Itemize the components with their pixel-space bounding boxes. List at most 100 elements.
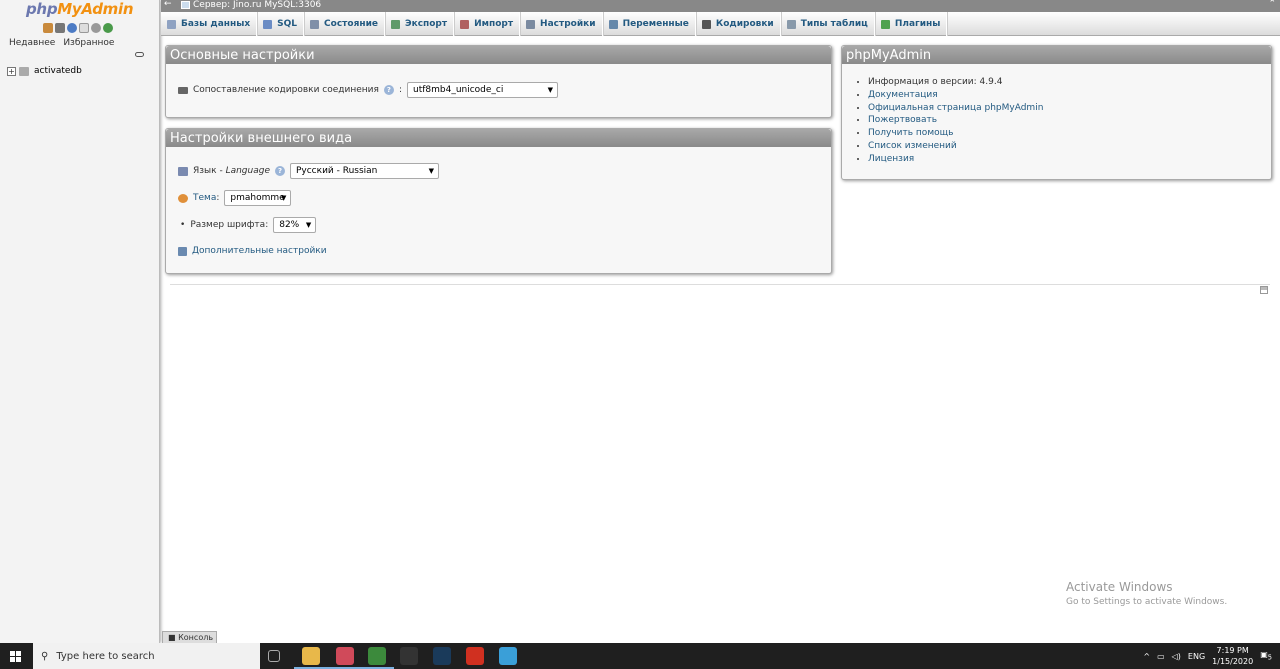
- language-label: Язык - Language: [193, 166, 270, 176]
- app-icon[interactable]: [336, 647, 354, 665]
- variables-icon: [608, 19, 618, 29]
- separator: [170, 284, 1270, 285]
- logout-icon[interactable]: [55, 23, 65, 33]
- appearance-settings-panel: Настройки внешнего вида Язык - Language …: [165, 128, 832, 274]
- language-indicator[interactable]: ENG: [1188, 652, 1205, 661]
- volume-icon[interactable]: ◁): [1172, 652, 1181, 661]
- tab-sql[interactable]: SQL: [257, 12, 305, 36]
- list-item[interactable]: Пожертвовать: [868, 114, 1043, 127]
- chevron-down-icon: ▼: [281, 194, 287, 202]
- red-app-icon[interactable]: [466, 647, 484, 665]
- file-explorer-icon[interactable]: [302, 647, 320, 665]
- theme-select[interactable]: pmahomme ▼: [224, 190, 292, 206]
- general-settings-panel: Основные настройки Сопоставление кодиров…: [165, 45, 832, 118]
- status-icon: [310, 19, 320, 29]
- server-breadcrumb-bar: ← Сервер: Jino.ru MySQL:3306 ⌃: [161, 0, 1280, 12]
- home-icon[interactable]: [43, 23, 53, 33]
- charsets-icon: [701, 19, 711, 29]
- tab-status[interactable]: Состояние: [304, 12, 385, 36]
- list-item[interactable]: Лицензия: [868, 153, 1043, 166]
- list-item[interactable]: Получить помощь: [868, 127, 1043, 140]
- notification-icon[interactable]: ▣5: [1260, 650, 1272, 662]
- search-placeholder: Type here to search: [56, 650, 155, 662]
- theme-icon: [178, 193, 188, 203]
- windows-start-icon[interactable]: [10, 651, 21, 662]
- export-icon: [390, 19, 400, 29]
- panel-title: Основные настройки: [166, 46, 831, 64]
- server-breadcrumb[interactable]: Сервер: Jino.ru MySQL:3306: [181, 0, 321, 10]
- settings-icon: [526, 19, 536, 29]
- collapse-top-icon[interactable]: ⌃: [1268, 0, 1276, 9]
- tab-favorites[interactable]: Избранное: [63, 38, 114, 48]
- bm-app-icon[interactable]: [400, 647, 418, 665]
- language-icon: [178, 166, 188, 176]
- chevron-down-icon: ▼: [547, 86, 553, 94]
- chevron-up-icon[interactable]: ^: [1143, 652, 1150, 661]
- chrome-icon[interactable]: [368, 647, 386, 665]
- sql-docs-icon[interactable]: [79, 23, 89, 33]
- reload-icon[interactable]: [103, 23, 113, 33]
- nav-tabs: Недавнее Избранное: [9, 38, 114, 48]
- engines-icon: [786, 19, 796, 29]
- tab-recent[interactable]: Недавнее: [9, 38, 55, 48]
- network-icon[interactable]: ▭: [1157, 652, 1165, 661]
- panel-title: phpMyAdmin: [842, 46, 1271, 64]
- plugins-icon: [880, 19, 890, 29]
- nav-icons: [43, 23, 113, 35]
- fontsize-select[interactable]: 82% ▼: [273, 217, 317, 233]
- tab-settings[interactable]: Настройки: [520, 12, 603, 36]
- expand-icon[interactable]: +: [7, 66, 16, 76]
- chevron-down-icon: ▼: [428, 167, 434, 175]
- database-icon: [19, 66, 29, 76]
- windows-taskbar: ⚲ Type here to search ^ ▭ ◁) ENG 7:19 PM…: [0, 643, 1280, 669]
- toggle-nav-icon[interactable]: ←: [164, 0, 172, 9]
- help-icon[interactable]: ?: [274, 166, 285, 176]
- tab-plugins[interactable]: Плагины: [875, 12, 948, 36]
- bullet: •: [180, 220, 186, 230]
- list-item[interactable]: Официальная страница phpMyAdmin: [868, 102, 1043, 115]
- taskbar-search-box[interactable]: ⚲ Type here to search: [33, 643, 260, 669]
- server-label: Сервер: Jino.ru MySQL:3306: [193, 0, 322, 10]
- panel-title: Настройки внешнего вида: [166, 129, 831, 147]
- link-with-main-icon[interactable]: [135, 52, 144, 57]
- collation-label: Сопоставление кодировки соединения: [193, 85, 379, 95]
- pma-info-panel: phpMyAdmin Информация о версии: 4.9.4Док…: [841, 45, 1272, 180]
- sql-query-box-icon[interactable]: [1260, 286, 1268, 294]
- search-icon: ⚲: [41, 650, 49, 662]
- list-item[interactable]: Документация: [868, 89, 1043, 102]
- docs-icon[interactable]: [67, 23, 77, 33]
- pma-info-list: Информация о версии: 4.9.4ДокументацияОф…: [868, 76, 1043, 166]
- list-item: Информация о версии: 4.9.4: [868, 76, 1043, 89]
- collation-icon: [178, 86, 188, 94]
- pma-logo[interactable]: phpMyAdmin: [26, 0, 134, 18]
- tab-databases[interactable]: Базы данных: [161, 12, 258, 36]
- db-tree-item[interactable]: + activatedb: [7, 66, 82, 76]
- tab-export[interactable]: Экспорт: [385, 12, 455, 36]
- sql-icon: [263, 19, 273, 29]
- navigation-panel: phpMyAdmin Недавнее Избранное + activate…: [0, 0, 160, 643]
- activate-windows-watermark: Activate Windows Go to Settings to activ…: [1066, 580, 1228, 607]
- import-icon: [460, 19, 470, 29]
- more-settings-link[interactable]: Дополнительные настройки: [192, 246, 327, 256]
- help-icon[interactable]: ?: [383, 85, 394, 95]
- db-name[interactable]: activatedb: [34, 66, 82, 76]
- steam-icon[interactable]: [433, 647, 451, 665]
- list-item[interactable]: Список изменений: [868, 140, 1043, 153]
- fontsize-label: Размер шрифта:: [190, 220, 269, 230]
- databases-icon: [167, 19, 176, 29]
- server-icon: [181, 1, 190, 9]
- system-tray: ^ ▭ ◁) ENG 7:19 PM 1/15/2020 ▣5: [1143, 643, 1272, 669]
- chevron-down-icon: ▼: [305, 221, 312, 229]
- console-tab[interactable]: ■ Консоль: [162, 631, 217, 643]
- tab-import[interactable]: Импорт: [454, 12, 521, 36]
- tab-variables[interactable]: Переменные: [603, 12, 696, 36]
- task-view-icon[interactable]: [268, 650, 280, 662]
- clock[interactable]: 7:19 PM 1/15/2020: [1212, 645, 1253, 667]
- nav-settings-icon[interactable]: [91, 23, 101, 33]
- collation-select[interactable]: utf8mb4_unicode_ci ▼: [406, 82, 558, 98]
- tab-charsets[interactable]: Кодировки: [696, 12, 781, 36]
- language-select[interactable]: Русский - Russian ▼: [289, 163, 439, 179]
- tab-engines[interactable]: Типы таблиц: [781, 12, 875, 36]
- theme-label[interactable]: Тема:: [193, 193, 219, 203]
- telegram-icon[interactable]: [499, 647, 517, 665]
